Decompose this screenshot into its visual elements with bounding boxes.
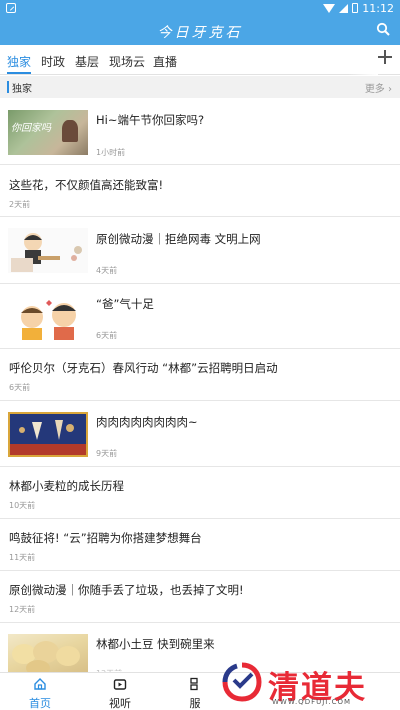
section-title: 独家 [12,84,32,95]
signal-icon [339,3,349,13]
list-item[interactable]: “爸”气十足 6天前 [0,285,400,349]
list-item[interactable]: 鸣鼓征将! “云”招聘为你搭建梦想舞台 11天前 [0,520,400,571]
list-item[interactable]: 原创微动漫｜拒绝网毒 文明上网 4天前 [0,218,400,284]
more-label: 更多 [364,84,385,95]
battery-icon [352,3,359,13]
list-item[interactable]: 林都小麦粒的成长历程 10天前 [0,468,400,519]
news-thumbnail [8,412,88,457]
news-title: 鸣鼓征将! “云”招聘为你搭建梦想舞台 [9,531,202,545]
tab-live[interactable]: 直播 [153,53,177,70]
home-icon [34,678,46,690]
status-time: 11:12 [362,1,394,15]
list-item[interactable]: 肉肉肉肉肉肉肉肉~ 9天前 [0,402,400,467]
news-time: 9天前 [96,449,118,458]
tab-exclusive[interactable]: 独家 [7,53,31,70]
cartoon-illustration [8,228,88,273]
notification-icon [6,3,16,13]
more-link[interactable]: 更多 › [365,80,392,95]
news-title: 呼伦贝尔（牙克石）春风行动 “林都”云招聘明日启动 [9,361,278,375]
list-item[interactable]: 你回家吗 Hi~端午节你回家吗? 1小时前 [0,99,400,165]
grid-icon [190,677,198,691]
news-title: 肉肉肉肉肉肉肉肉~ [96,415,198,429]
video-icon [113,679,127,690]
tabs-fade [348,45,378,75]
nav-media[interactable]: 视听 [80,673,160,710]
news-time: 6天前 [96,331,118,340]
status-icons: 11:12 [323,1,394,15]
news-thumbnail [8,228,88,273]
channel-tabs: 独家 时政 基层 现场云 直播 [0,45,400,75]
app-title: 今日牙克石 [157,25,243,41]
news-title: “爸”气十足 [96,297,154,311]
news-time: 11天前 [9,553,36,562]
news-title: 原创微动漫｜你随手丢了垃圾，也丢掉了文明! [9,583,244,597]
potato-illustration [12,641,80,672]
news-thumbnail [8,634,88,672]
news-time: 1小时前 [96,148,126,157]
app-header: 今日牙克石 [0,16,400,45]
news-title: 这些花，不仅颜值高还能致富! [9,178,164,192]
active-tab-indicator [7,72,31,74]
thumbnail-caption: 你回家吗 [11,123,51,134]
tab-politics[interactable]: 时政 [41,53,65,70]
section-header: 独家 更多 › [0,76,400,98]
news-time: 2天前 [9,200,31,209]
list-item[interactable]: 这些花，不仅颜值高还能致富! 2天前 [0,166,400,217]
watermark-logo-icon [222,662,262,702]
status-bar: 11:12 [0,0,400,16]
news-title: 原创微动漫｜拒绝网毒 文明上网 [96,232,261,246]
news-title: 林都小麦粒的成长历程 [9,479,124,493]
list-item[interactable]: 呼伦贝尔（牙克石）春风行动 “林都”云招聘明日启动 6天前 [0,350,400,401]
watermark: 清道夫 WWW.QDFUJI.COM [222,660,394,710]
food-illustration [10,414,86,455]
wifi-icon [323,3,336,13]
news-time: 10天前 [9,501,36,510]
tab-live-cloud[interactable]: 现场云 [109,53,145,70]
news-title: Hi~端午节你回家吗? [96,113,205,127]
add-channel-icon[interactable] [378,50,392,64]
zongzi-shape [62,120,78,142]
news-thumbnail: 你回家吗 [8,110,88,155]
watermark-url: WWW.QDFUJI.COM [272,698,352,706]
nav-home[interactable]: 首页 [0,673,80,710]
news-title: 林都小土豆 快到碗里来 [96,637,215,651]
cartoon-illustration [8,295,88,340]
search-icon[interactable] [376,22,390,36]
section-marker [7,81,9,93]
news-time: 12天前 [9,605,36,614]
tab-grassroots[interactable]: 基层 [75,53,99,70]
news-thumbnail [8,295,88,340]
nav-home-label: 首页 [29,697,51,710]
news-time: 4天前 [96,266,118,275]
news-time: 6天前 [9,383,31,392]
nav-media-label: 视听 [109,697,131,710]
list-item[interactable]: 原创微动漫｜你随手丢了垃圾，也丢掉了文明! 12天前 [0,572,400,623]
